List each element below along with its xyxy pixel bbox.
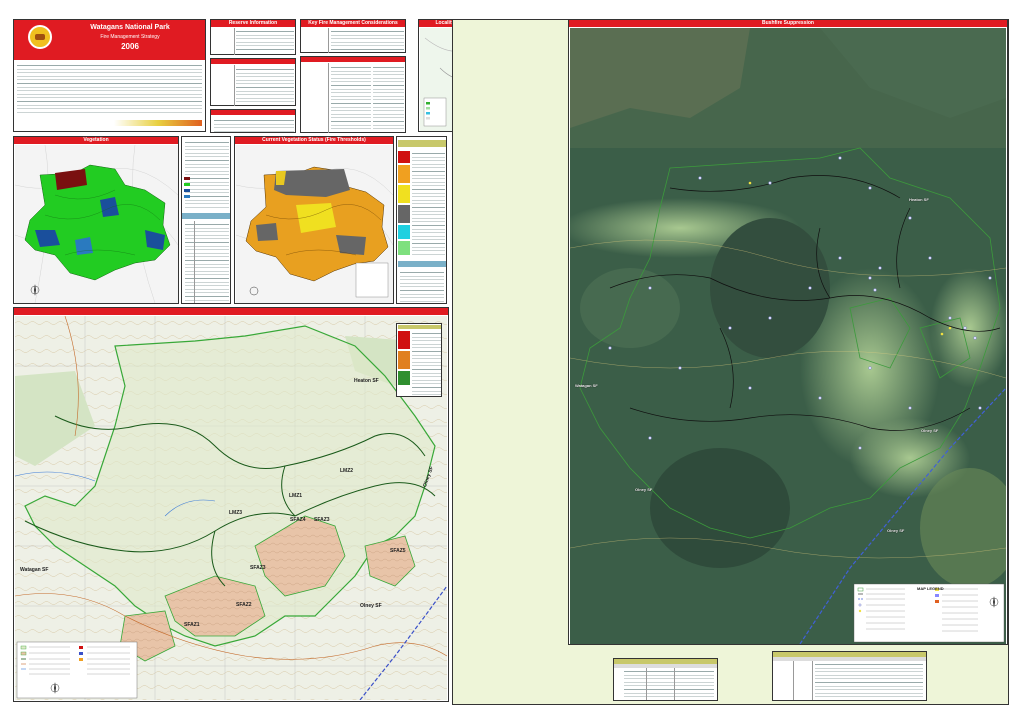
sat-label-watagan-sf: Watagan SF bbox=[575, 383, 598, 388]
subtitle: Fire Management Strategy bbox=[100, 34, 160, 40]
suppression-header: Bushfire Suppression bbox=[569, 20, 1007, 27]
title-block: Watagans National Park Fire Management S… bbox=[13, 19, 206, 132]
key-considerations-panel: Key Fire Management Considerations bbox=[300, 19, 406, 53]
label-sfaz3-b: SFAZ3 bbox=[250, 565, 266, 571]
sat-label-olney-sf-b: Olney SF bbox=[887, 528, 905, 533]
zone-legend bbox=[396, 323, 442, 397]
label-lmz3: LMZ3 bbox=[229, 510, 243, 516]
reserve-info-panel: Reserve Information bbox=[210, 19, 296, 55]
fire-info-panel bbox=[210, 58, 296, 106]
label-sfaz2: SFAZ2 bbox=[236, 602, 252, 608]
suppression-map bbox=[570, 28, 1006, 644]
vegetation-panel: Vegetation bbox=[13, 136, 179, 304]
veg-status-header: Current Vegetation Status (Fire Threshol… bbox=[235, 137, 393, 144]
legend-title: MAP LEGEND bbox=[917, 586, 944, 591]
year: 2006 bbox=[121, 42, 139, 51]
bottom-table-right bbox=[772, 651, 927, 701]
suppression-panel: Bushfire Suppression MAP LEGEND Heaton S… bbox=[568, 19, 1008, 645]
label-heaton-sf: Heaton SF bbox=[354, 378, 379, 384]
title-header: Watagans National Park Fire Management S… bbox=[14, 20, 205, 60]
sat-label-heaton-sf: Heaton SF bbox=[909, 197, 929, 202]
sat-label-olney-sf-a: Olney SF bbox=[635, 487, 653, 492]
title-footer-bar bbox=[114, 120, 202, 126]
bottom-table-left bbox=[613, 658, 718, 701]
park-name: Watagans National Park bbox=[90, 24, 170, 31]
label-sfaz3-a: SFAZ3 bbox=[314, 517, 330, 523]
intro-text bbox=[17, 63, 202, 113]
label-sfaz5: SFAZ5 bbox=[390, 548, 406, 554]
vegetation-map bbox=[15, 145, 178, 303]
sat-legend-box bbox=[853, 583, 1005, 643]
label-watagan-sf: Watagan SF bbox=[20, 567, 49, 573]
reserve-info-header: Reserve Information bbox=[211, 20, 295, 27]
map-legend-box bbox=[16, 641, 138, 699]
npws-logo-icon bbox=[28, 25, 52, 49]
key-considerations-header: Key Fire Management Considerations bbox=[301, 20, 405, 27]
fire-management-zones-panel: Heaton SF LMZ2 LMZ1 LMZ3 SFAZ4 SFAZ3 SFA… bbox=[13, 307, 449, 702]
veg-status-panel: Current Vegetation Status (Fire Threshol… bbox=[234, 136, 394, 304]
veg-status-legend bbox=[396, 136, 447, 304]
label-sfaz1: SFAZ1 bbox=[184, 622, 200, 628]
label-olney-sf-a: Olney SF bbox=[360, 603, 382, 609]
assets-table-panel bbox=[300, 56, 406, 133]
vegetation-legend bbox=[181, 136, 231, 304]
label-sfaz4: SFAZ4 bbox=[290, 517, 306, 523]
veg-status-map bbox=[236, 145, 393, 303]
fire-zones-map bbox=[15, 316, 447, 700]
label-lmz1: LMZ1 bbox=[289, 493, 303, 499]
label-lmz2: LMZ2 bbox=[340, 468, 354, 474]
sat-label-olney-sf-c: Olney SF bbox=[921, 428, 939, 433]
vegetation-header: Vegetation bbox=[14, 137, 178, 144]
notes-panel bbox=[210, 109, 296, 133]
